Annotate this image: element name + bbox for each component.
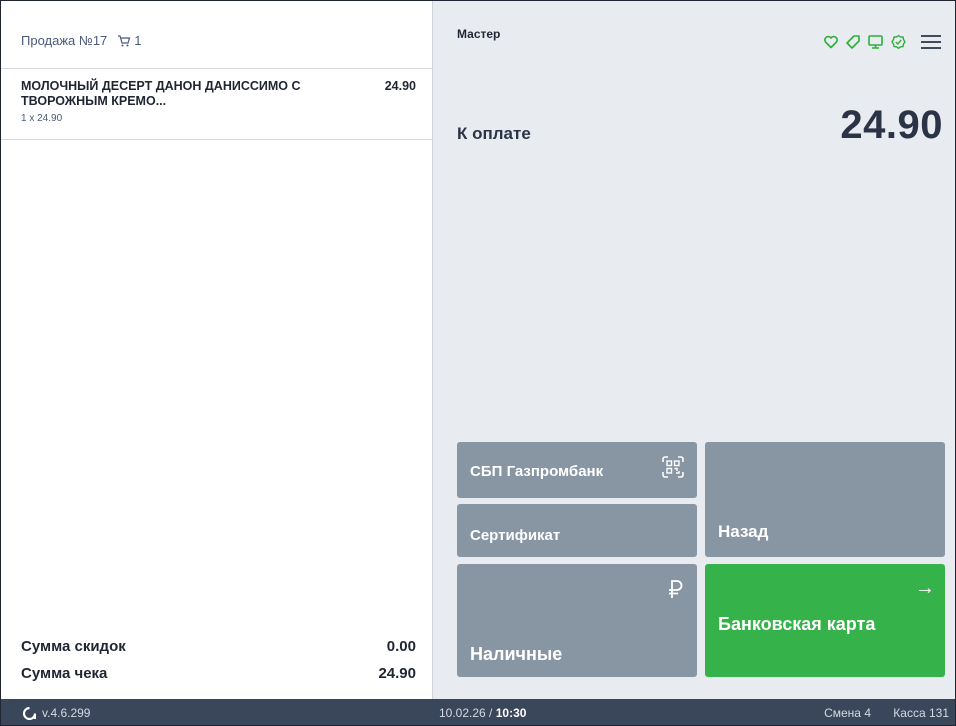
qr-code-icon	[662, 456, 684, 478]
certificate-button[interactable]: Сертификат	[457, 504, 697, 557]
app-logo-icon	[23, 706, 36, 720]
discount-label: Сумма скидок	[21, 638, 126, 655]
total-row: Сумма чека 24.90	[21, 660, 416, 687]
back-label: Назад	[718, 522, 769, 541]
cash-payment-button[interactable]: Наличные	[457, 564, 697, 677]
pos-window: Продажа №17 1 МОЛОЧНЫЙ ДЕСЕРТ ДАНОН ДАНИ…	[0, 0, 956, 726]
version-info: v.4.6.299	[23, 706, 90, 720]
card-payment-button[interactable]: → Банковская карта	[705, 564, 945, 677]
register-info: Касса 131	[893, 706, 949, 720]
due-amount: 24.90	[840, 103, 943, 147]
totals: Сумма скидок 0.00 Сумма чека 24.90	[21, 633, 416, 687]
cart-icon	[118, 34, 131, 46]
discount-value: 0.00	[386, 638, 416, 655]
total-value: 24.90	[378, 665, 416, 682]
mode-label: Мастер	[457, 27, 501, 41]
back-button[interactable]: Назад	[705, 442, 945, 557]
sbp-label: СБП Газпромбанк	[470, 463, 604, 480]
cart-count: 1	[117, 33, 142, 48]
arrow-right-icon: →	[915, 577, 935, 599]
tag-icon[interactable]	[845, 34, 861, 50]
shift-info: Смена 4	[824, 706, 871, 720]
sale-title: Продажа №17	[21, 33, 108, 48]
status-icons	[823, 33, 943, 51]
receipt-panel: Продажа №17 1 МОЛОЧНЫЙ ДЕСЕРТ ДАНОН ДАНИ…	[1, 1, 433, 699]
payment-panel: Мастер К оплате 24.90 СБП Газпромбанк Се…	[433, 1, 955, 699]
total-label: Сумма чека	[21, 665, 108, 682]
item-name: МОЛОЧНЫЙ ДЕСЕРТ ДАНОН ДАНИССИМО С ТВОРОЖ…	[21, 79, 301, 108]
discount-row: Сумма скидок 0.00	[21, 633, 416, 660]
certificate-label: Сертификат	[470, 527, 561, 544]
sbp-payment-button[interactable]: СБП Газпромбанк	[457, 442, 697, 498]
heart-icon[interactable]	[823, 34, 839, 50]
list-item[interactable]: МОЛОЧНЫЙ ДЕСЕРТ ДАНОН ДАНИССИМО С ТВОРОЖ…	[1, 69, 432, 140]
cart-count-value: 1	[134, 33, 142, 48]
due-label: К оплате	[457, 124, 531, 143]
card-label: Банковская карта	[718, 614, 876, 634]
date-text: 10.02.26 /	[439, 706, 493, 720]
monitor-icon[interactable]	[867, 34, 884, 50]
time-text: 10:30	[495, 706, 527, 720]
cash-label: Наличные	[470, 644, 563, 664]
status-bar: v.4.6.299 10.02.26 / 10:30 Смена 4 Касса…	[1, 699, 955, 725]
version-text: v.4.6.299	[42, 706, 91, 720]
datetime: 10.02.26 / 10:30	[439, 706, 526, 720]
badge-check-icon[interactable]	[890, 34, 907, 50]
item-price: 24.90	[384, 79, 416, 93]
ruble-icon	[669, 580, 683, 598]
sale-header: Продажа №17 1	[21, 33, 142, 48]
menu-icon[interactable]	[919, 33, 943, 51]
item-qty: 1 x 24.90	[21, 113, 63, 124]
